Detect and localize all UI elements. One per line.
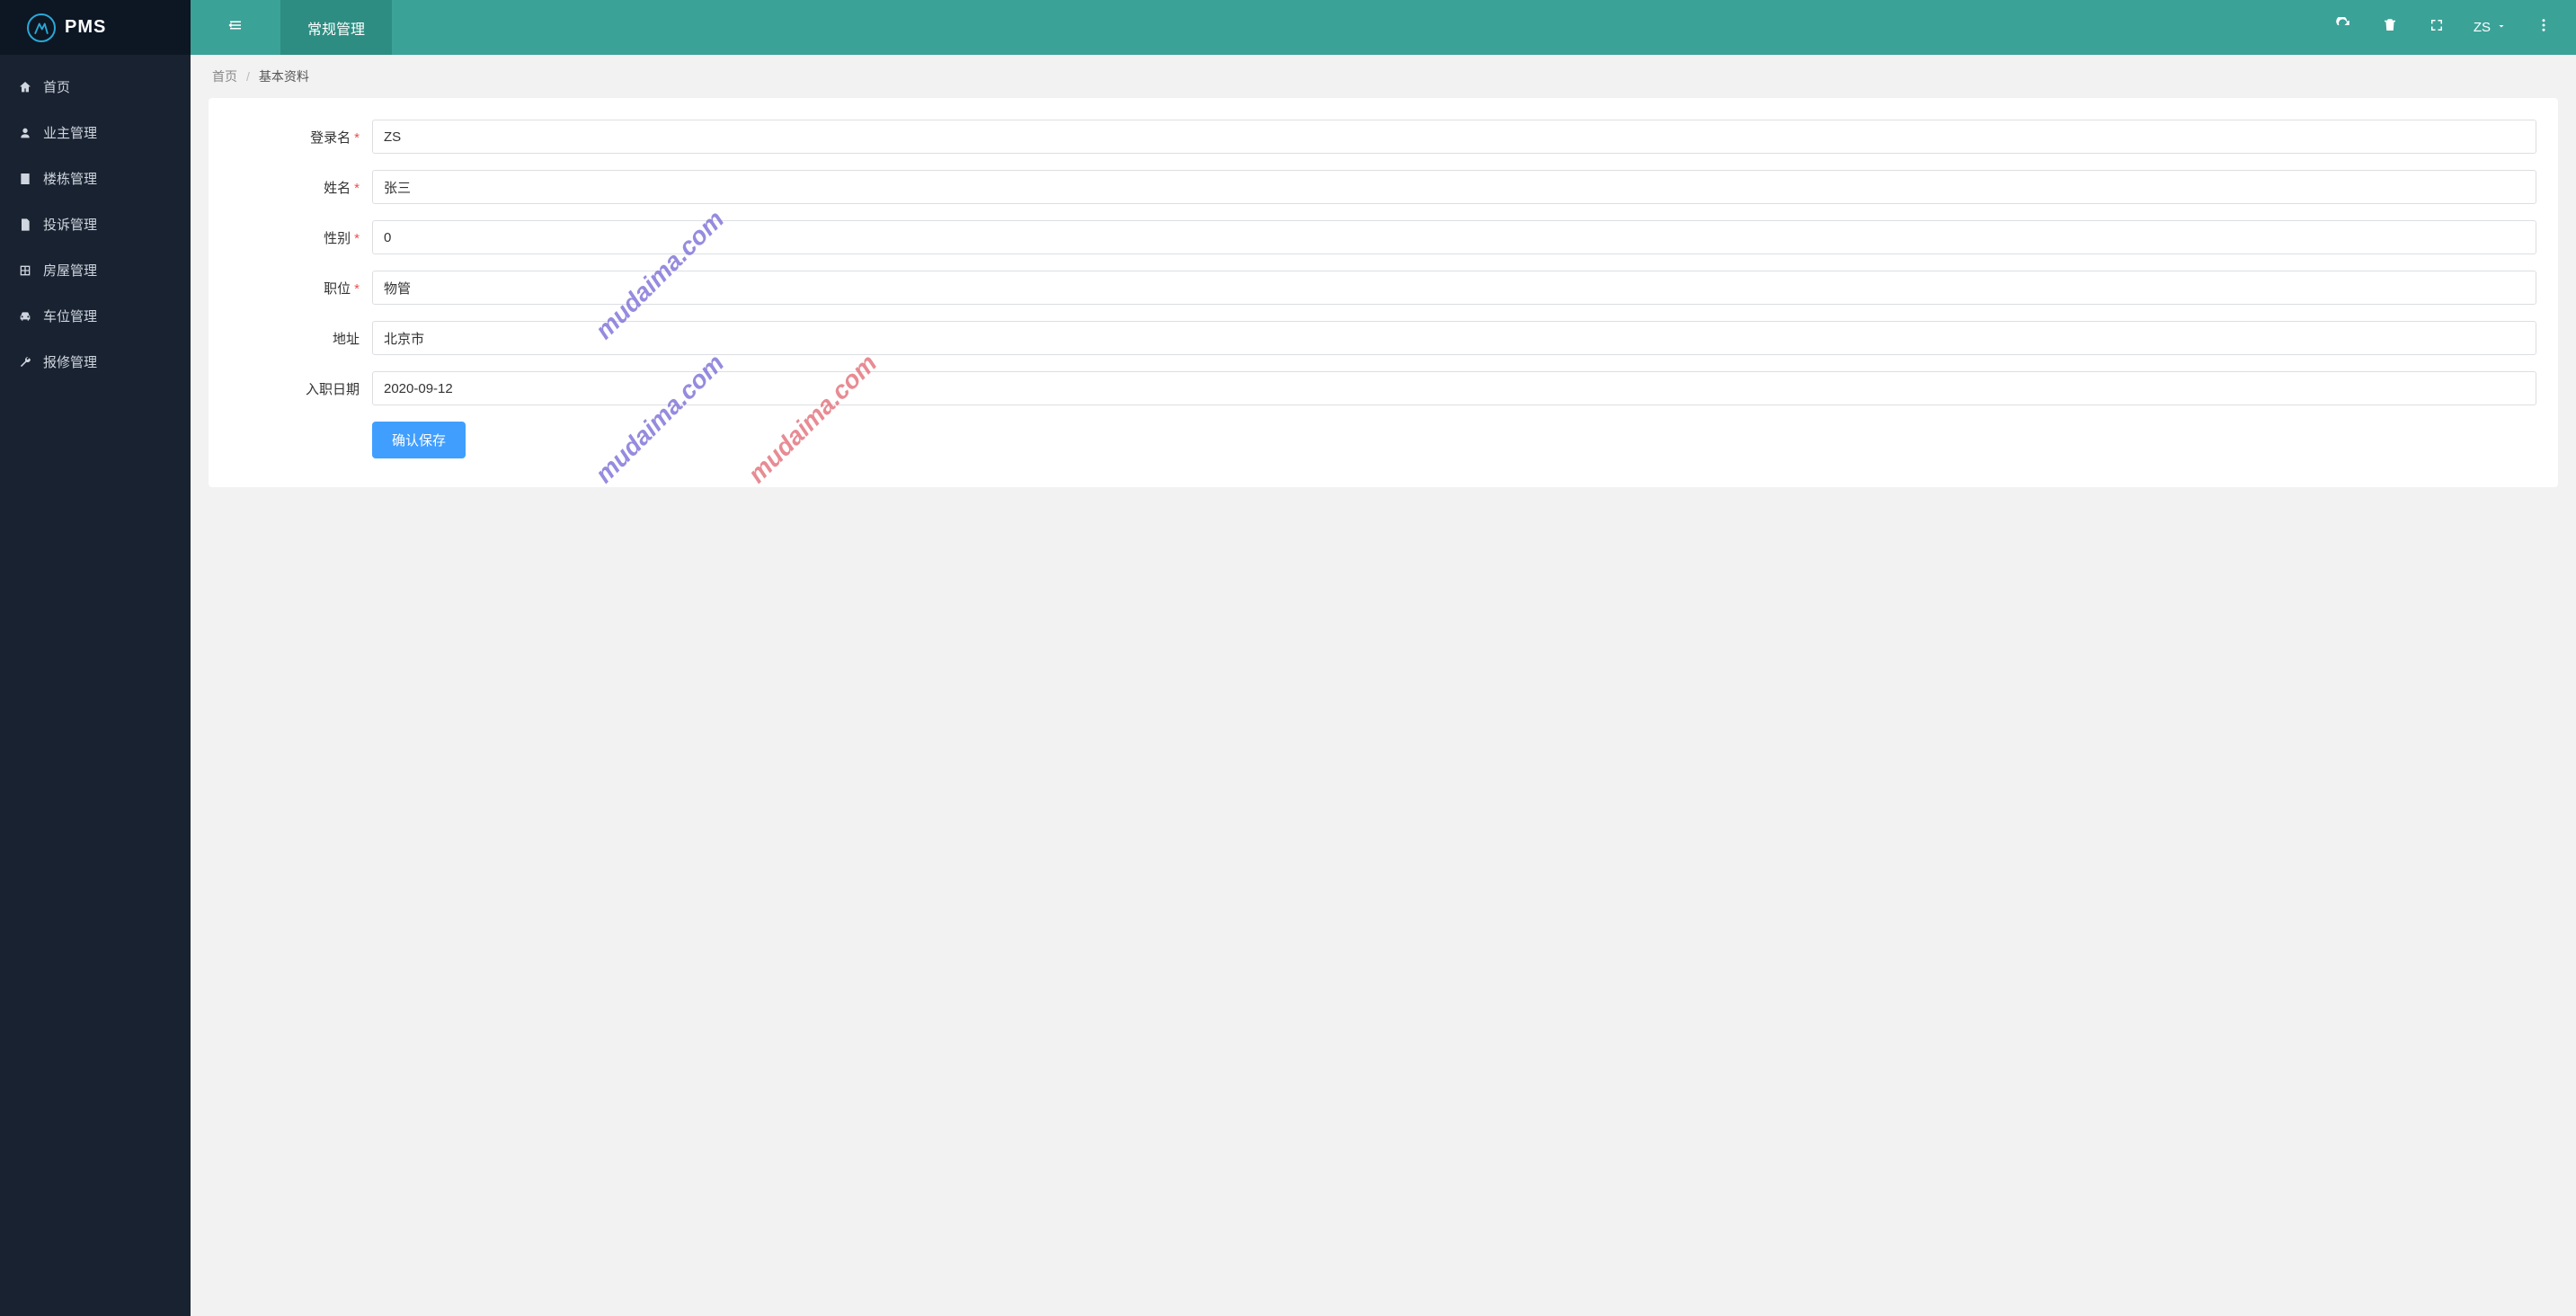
sidebar-item-label: 车位管理	[43, 307, 97, 325]
refresh-icon	[2335, 17, 2351, 38]
hiredate-label: 入职日期	[230, 379, 372, 398]
required-mark: *	[354, 281, 360, 297]
user-menu[interactable]: ZS	[2474, 20, 2507, 35]
required-mark: *	[354, 231, 360, 246]
sidebar-item-building[interactable]: 楼栋管理	[0, 156, 191, 201]
sidebar-item-label: 报修管理	[43, 352, 97, 371]
sidebar-item-owner[interactable]: 业主管理	[0, 110, 191, 156]
form-row-hiredate: 入职日期	[230, 371, 2536, 405]
main-area: 常规管理 ZS	[191, 0, 2576, 1316]
logo[interactable]: PMS	[0, 0, 191, 55]
breadcrumb: 首页 / 基本资料	[191, 55, 2576, 98]
sidebar-item-label: 首页	[43, 77, 70, 96]
required-mark: *	[354, 181, 360, 196]
more-vertical-icon	[2536, 17, 2552, 38]
sidebar-item-label: 业主管理	[43, 123, 97, 142]
form-row-username: 登录名*	[230, 120, 2536, 154]
topbar: 常规管理 ZS	[191, 0, 2576, 55]
sidebar: PMS 首页 业主管理 楼栋管理	[0, 0, 191, 1316]
app-name: PMS	[65, 17, 106, 38]
sidebar-item-complaint[interactable]: 投诉管理	[0, 201, 191, 247]
sidebar-item-home[interactable]: 首页	[0, 64, 191, 110]
username-label: 登录名*	[230, 128, 372, 147]
menu-collapse-icon	[227, 17, 244, 38]
expand-icon	[2429, 17, 2445, 38]
wrench-icon	[18, 355, 32, 369]
breadcrumb-separator: /	[246, 69, 250, 84]
building-icon	[18, 172, 32, 186]
sidebar-toggle-button[interactable]	[191, 0, 280, 55]
car-icon	[18, 309, 32, 324]
breadcrumb-current: 基本资料	[259, 67, 309, 85]
address-label: 地址	[230, 329, 372, 348]
hiredate-input[interactable]	[372, 371, 2536, 405]
sidebar-item-label: 投诉管理	[43, 215, 97, 234]
sidebar-item-repair[interactable]: 报修管理	[0, 339, 191, 385]
save-button[interactable]: 确认保存	[372, 422, 466, 458]
tab-label: 常规管理	[307, 17, 365, 39]
trash-icon	[2382, 17, 2398, 38]
form-row-gender: 性别*	[230, 220, 2536, 254]
refresh-button[interactable]	[2333, 18, 2353, 38]
username-input[interactable]	[372, 120, 2536, 154]
user-icon	[18, 126, 32, 140]
tab-general-management[interactable]: 常规管理	[280, 0, 392, 55]
house-icon	[18, 263, 32, 278]
home-icon	[18, 80, 32, 94]
form-row-name: 姓名*	[230, 170, 2536, 204]
name-input[interactable]	[372, 170, 2536, 204]
address-input[interactable]	[372, 321, 2536, 355]
name-label: 姓名*	[230, 178, 372, 197]
sidebar-item-label: 房屋管理	[43, 261, 97, 280]
form-panel: 登录名* 姓名* 性别* 职位*	[209, 98, 2558, 487]
form-row-address: 地址	[230, 321, 2536, 355]
form-actions: 确认保存	[230, 422, 2536, 458]
sidebar-item-house[interactable]: 房屋管理	[0, 247, 191, 293]
position-input[interactable]	[372, 271, 2536, 305]
fullscreen-button[interactable]	[2427, 18, 2447, 38]
sidebar-item-label: 楼栋管理	[43, 169, 97, 188]
logo-icon	[27, 13, 56, 42]
nav-list: 首页 业主管理 楼栋管理 投诉管理	[0, 55, 191, 385]
sidebar-item-parking[interactable]: 车位管理	[0, 293, 191, 339]
required-mark: *	[354, 130, 360, 146]
file-icon	[18, 218, 32, 232]
form-row-position: 职位*	[230, 271, 2536, 305]
more-button[interactable]	[2534, 18, 2554, 38]
chevron-down-icon	[2496, 20, 2507, 35]
delete-button[interactable]	[2380, 18, 2400, 38]
gender-input[interactable]	[372, 220, 2536, 254]
breadcrumb-home[interactable]: 首页	[212, 67, 237, 85]
position-label: 职位*	[230, 279, 372, 298]
gender-label: 性别*	[230, 228, 372, 247]
user-label: ZS	[2474, 20, 2491, 35]
